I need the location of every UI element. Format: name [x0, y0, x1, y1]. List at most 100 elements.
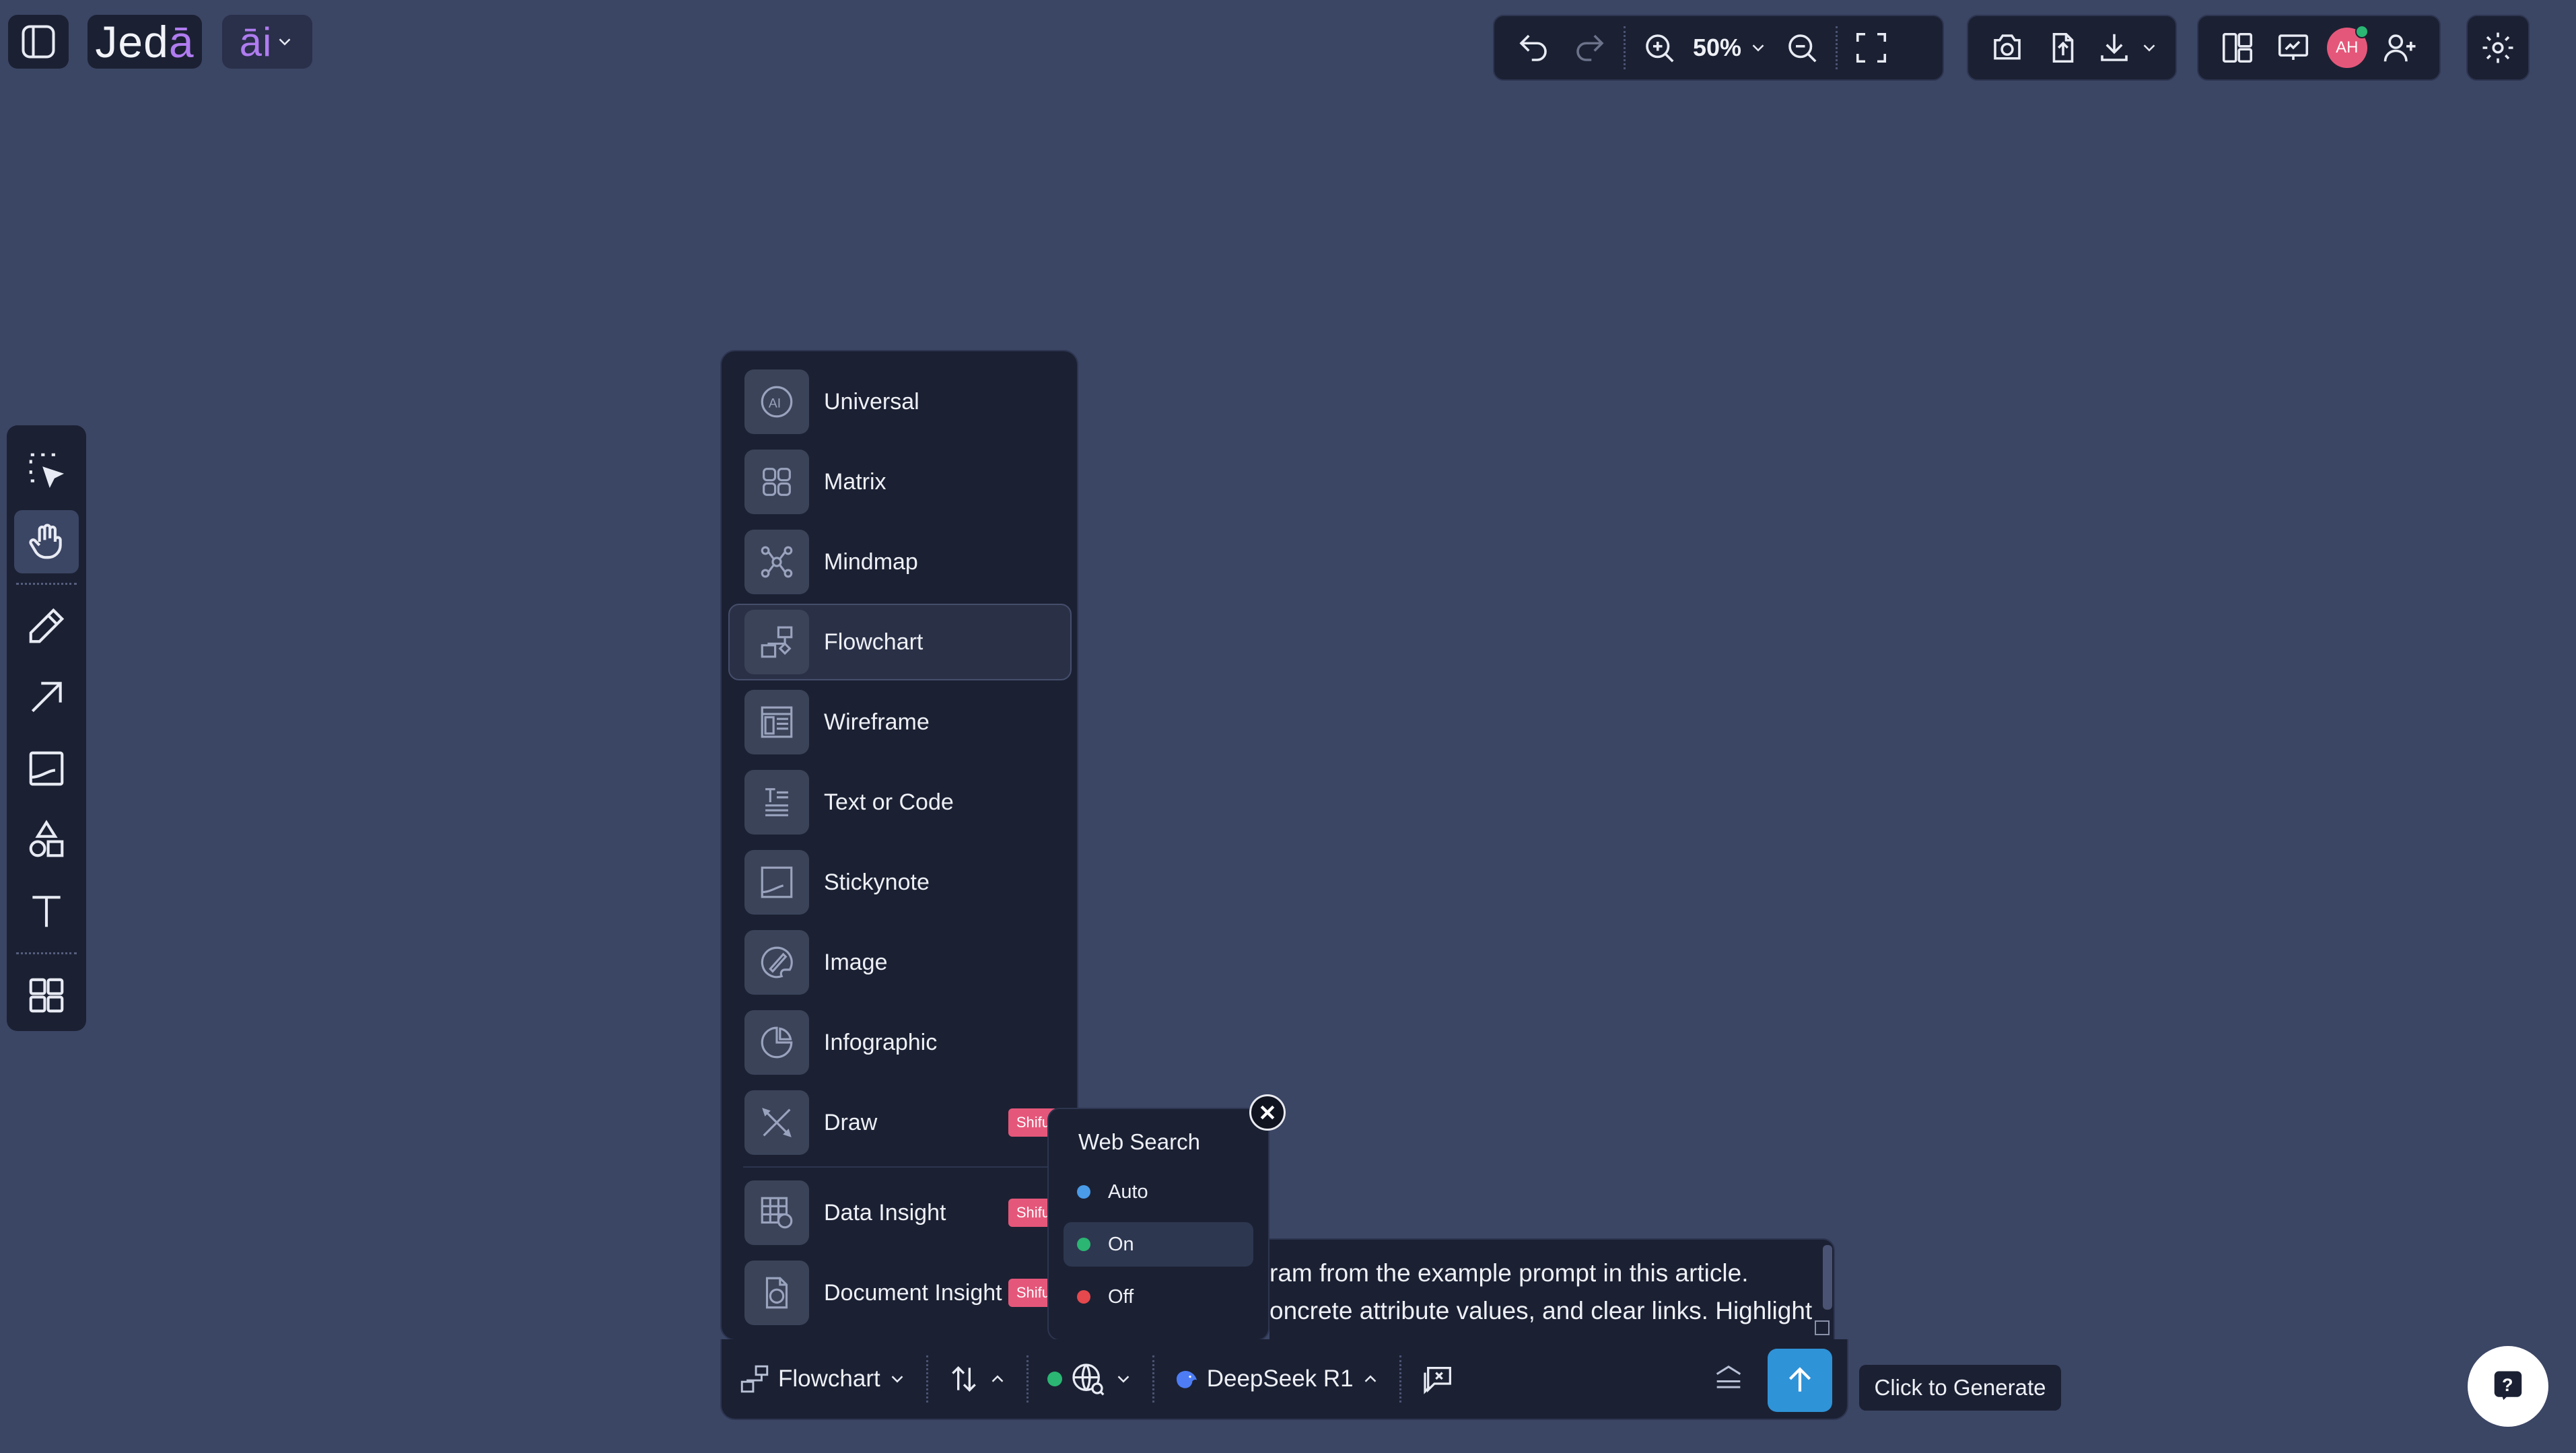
- hand-icon: [26, 521, 67, 563]
- collapse-button[interactable]: [1711, 1359, 1746, 1394]
- prompt-textarea[interactable]: ram from the example prompt in this arti…: [1269, 1238, 1835, 1339]
- arrow-tool[interactable]: [14, 666, 79, 729]
- help-question-icon: ?: [2490, 1368, 2526, 1405]
- diagram-type-dropdown[interactable]: Flowchart: [738, 1362, 907, 1396]
- menu-item-label: Draw: [824, 1109, 878, 1135]
- menu-divider: [743, 1166, 1065, 1168]
- jeda-logo[interactable]: Jedā: [88, 15, 202, 69]
- menu-item-mindmap[interactable]: Mindmap: [728, 524, 1072, 600]
- layout-panels-icon[interactable]: [2215, 25, 2260, 71]
- stickynote-icon: [744, 850, 809, 915]
- direction-dropdown[interactable]: [947, 1362, 1008, 1396]
- flowchart-icon: [744, 610, 809, 674]
- export-toolbar: [1967, 15, 2177, 81]
- svg-text:AI: AI: [769, 396, 781, 411]
- textarea-scrollbar[interactable]: [1823, 1245, 1832, 1310]
- pen-tool[interactable]: [14, 594, 79, 658]
- web-search-toggle[interactable]: [1047, 1360, 1134, 1398]
- menu-item-data-insight[interactable]: Data Insight Shifu: [728, 1174, 1072, 1251]
- redo-icon[interactable]: [1567, 25, 1613, 71]
- zoom-dropdown[interactable]: 50%: [1693, 34, 1768, 62]
- online-status-dot: [2355, 25, 2369, 38]
- menu-item-label: Infographic: [824, 1029, 938, 1055]
- infographic-icon: [744, 1010, 809, 1075]
- menu-item-label: Wireframe: [824, 709, 930, 735]
- select-tool[interactable]: [14, 439, 79, 502]
- wireframe-icon: [744, 690, 809, 754]
- sticky-tool[interactable]: [14, 737, 79, 800]
- prompt-line: oncrete attribute values, and clear link…: [1269, 1297, 1813, 1324]
- shapes-icon: [26, 819, 67, 861]
- menu-item-label: Image: [824, 949, 888, 975]
- download-dropdown[interactable]: [2096, 30, 2159, 66]
- menu-item-text-or-code[interactable]: Text or Code: [728, 764, 1072, 841]
- model-label: DeepSeek R1: [1206, 1366, 1354, 1392]
- undo-icon[interactable]: [1510, 25, 1556, 71]
- resize-handle[interactable]: [1815, 1320, 1830, 1335]
- menu-item-image[interactable]: Image: [728, 924, 1072, 1001]
- web-search-title: Web Search: [1078, 1129, 1200, 1154]
- web-search-popup: Web Search Auto On Off: [1047, 1108, 1269, 1341]
- web-search-option-off[interactable]: Off: [1064, 1275, 1253, 1319]
- chevron-down-icon: [887, 1369, 907, 1389]
- text-t-icon: [26, 890, 67, 932]
- web-search-option-auto[interactable]: Auto: [1064, 1170, 1253, 1214]
- model-dropdown[interactable]: DeepSeek R1: [1173, 1366, 1381, 1392]
- status-dot: [1077, 1185, 1090, 1199]
- deepseek-whale-icon: [1173, 1366, 1200, 1392]
- add-user-icon[interactable]: [2378, 25, 2423, 71]
- chat-toggle[interactable]: [1420, 1360, 1458, 1398]
- camera-icon[interactable]: [1984, 25, 2029, 71]
- status-dot: [1077, 1238, 1090, 1251]
- menu-item-draw[interactable]: Draw Shifu: [728, 1084, 1072, 1161]
- shapes-tool[interactable]: [14, 808, 79, 872]
- sort-arrows-icon: [947, 1362, 981, 1396]
- status-dot: [1047, 1372, 1062, 1386]
- avatar-initials: AH: [2336, 38, 2359, 57]
- download-icon: [2096, 30, 2132, 66]
- ai-menu-button[interactable]: āi: [222, 15, 312, 69]
- toolbar-separator: [1836, 26, 1838, 69]
- menu-item-universal[interactable]: AI Universal: [728, 363, 1072, 440]
- menu-item-wireframe[interactable]: Wireframe: [728, 684, 1072, 760]
- status-dot: [1077, 1290, 1090, 1304]
- select-icon: [26, 450, 67, 491]
- rail-separator: [16, 952, 77, 954]
- sidebar-toggle-button[interactable]: [8, 15, 69, 69]
- text-tool[interactable]: [14, 880, 79, 943]
- settings-button[interactable]: [2466, 15, 2530, 81]
- chevron-down-icon: [2139, 38, 2159, 58]
- matrix-grid-icon: [744, 450, 809, 514]
- generate-button[interactable]: [1768, 1349, 1832, 1412]
- diagram-type-menu: AI Universal Matrix Mindmap Flowchart Wi…: [720, 350, 1078, 1341]
- menu-item-stickynote[interactable]: Stickynote: [728, 844, 1072, 921]
- menu-item-label: Mindmap: [824, 548, 918, 575]
- hand-tool[interactable]: [14, 510, 79, 573]
- avatar[interactable]: AH: [2326, 25, 2369, 68]
- toolbar-separator: [1624, 26, 1626, 69]
- zoom-level: 50%: [1693, 34, 1742, 61]
- fit-screen-icon[interactable]: [1848, 25, 1894, 71]
- generate-tooltip: Click to Generate: [1859, 1365, 2061, 1411]
- flowchart-icon: [738, 1362, 771, 1396]
- help-button[interactable]: ?: [2468, 1346, 2548, 1427]
- close-popup-button[interactable]: [1249, 1094, 1286, 1131]
- chevron-up-icon: [987, 1369, 1008, 1389]
- collapse-up-icon: [1711, 1359, 1746, 1394]
- menu-item-label: Text or Code: [824, 789, 954, 815]
- menu-item-matrix[interactable]: Matrix: [728, 444, 1072, 520]
- globe-search-icon: [1069, 1360, 1107, 1398]
- arrow-up-icon: [1783, 1363, 1817, 1397]
- collab-toolbar: AH: [2197, 15, 2441, 81]
- menu-item-infographic[interactable]: Infographic: [728, 1004, 1072, 1081]
- zoom-out-icon[interactable]: [1779, 25, 1825, 71]
- option-label: On: [1108, 1233, 1134, 1255]
- zoom-in-icon[interactable]: [1636, 25, 1682, 71]
- menu-item-flowchart[interactable]: Flowchart: [728, 604, 1072, 680]
- web-search-option-on[interactable]: On: [1064, 1222, 1253, 1267]
- file-upload-icon[interactable]: [2040, 25, 2085, 71]
- presentation-icon[interactable]: [2270, 25, 2316, 71]
- menu-item-document-insight[interactable]: Document Insight Shifu: [728, 1254, 1072, 1331]
- more-tools[interactable]: [14, 964, 79, 1027]
- diagram-type-label: Flowchart: [778, 1366, 880, 1392]
